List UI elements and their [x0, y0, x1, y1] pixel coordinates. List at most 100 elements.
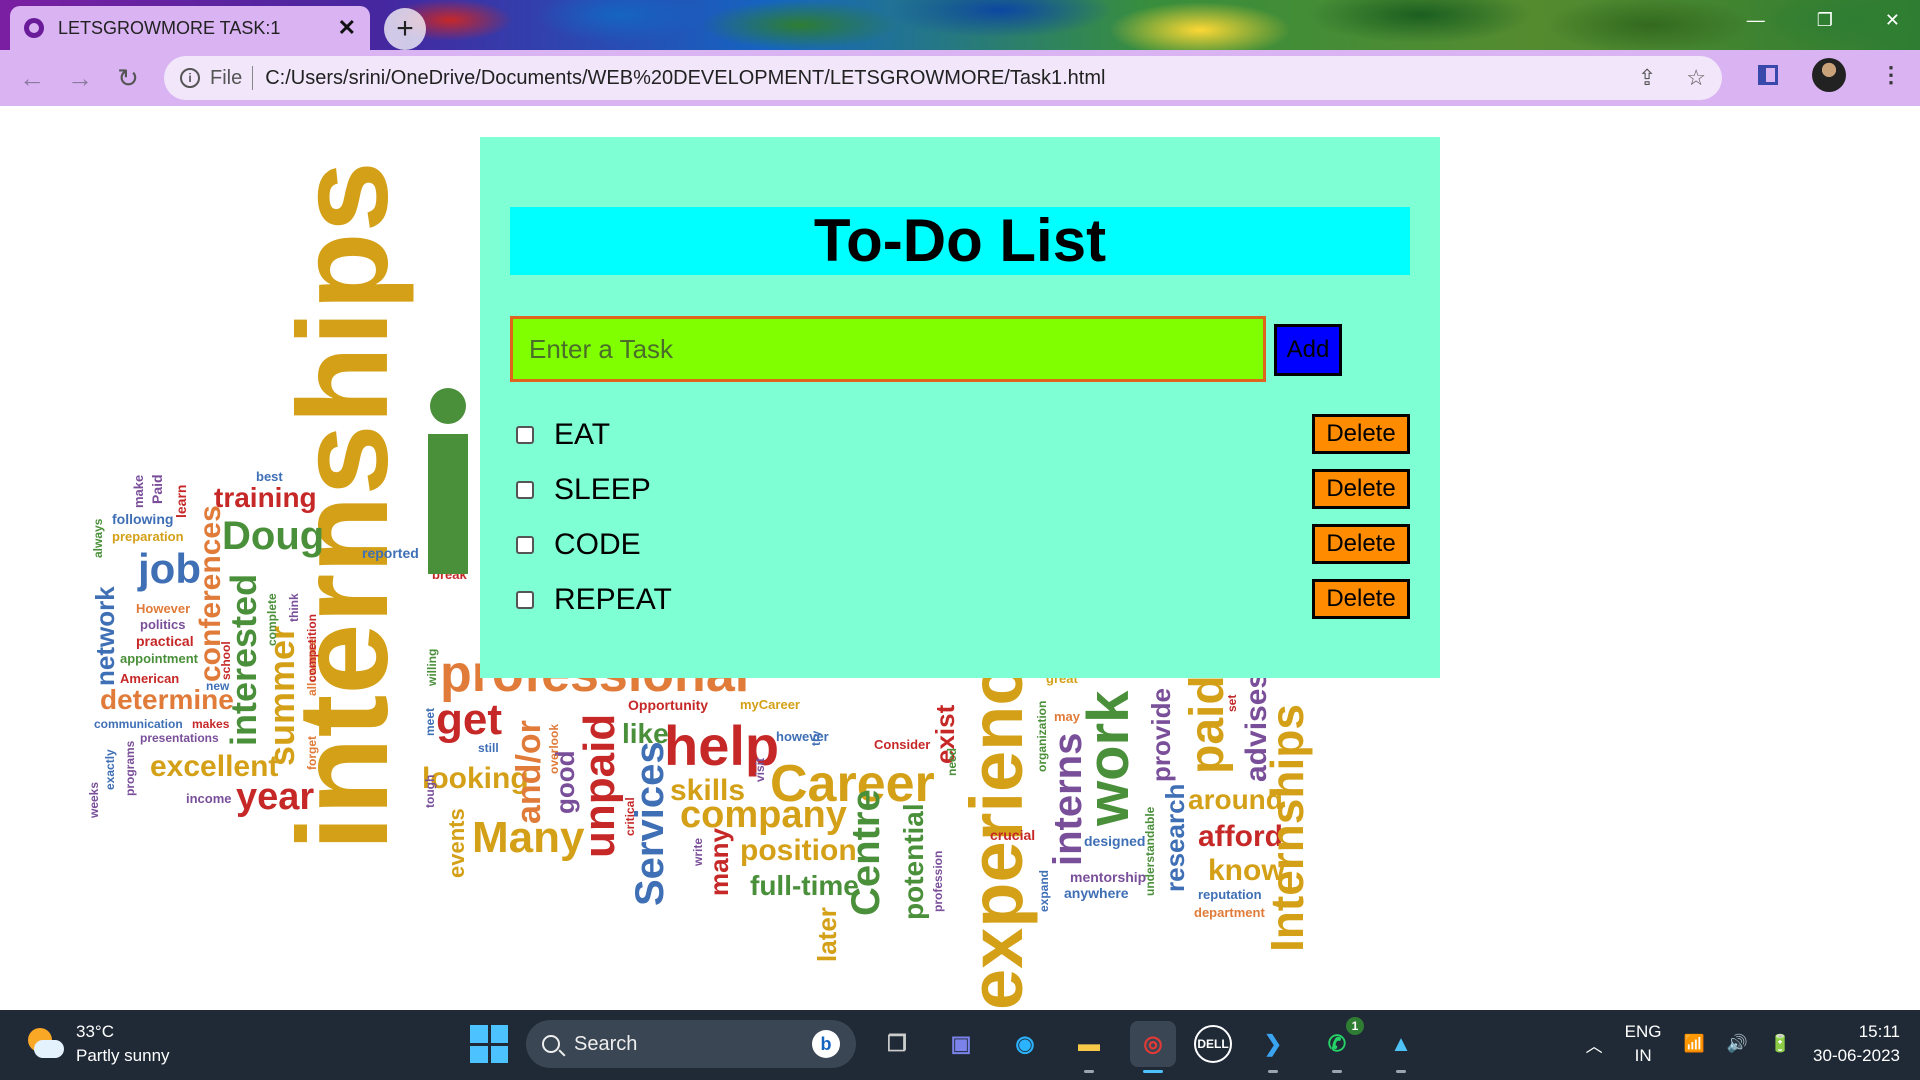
- wordcloud-word: weeks: [87, 781, 101, 818]
- wordcloud-word: like: [622, 718, 669, 749]
- wordcloud-word: training: [214, 482, 317, 513]
- wordcloud-word: set: [1225, 694, 1239, 712]
- language-indicator[interactable]: ENG IN: [1625, 1020, 1662, 1068]
- menu-icon[interactable]: ⋮: [1880, 62, 1902, 88]
- delete-task-button[interactable]: Delete: [1312, 469, 1410, 509]
- close-window-icon[interactable]: ✕: [1885, 10, 1900, 31]
- wordcloud-word: practical: [136, 633, 194, 649]
- wordcloud-word: provide: [1146, 688, 1176, 782]
- wordcloud-word: exactly: [103, 749, 117, 790]
- wordcloud-word: communication: [94, 717, 183, 731]
- clock-date: 30-06-2023: [1813, 1046, 1900, 1065]
- reload-icon[interactable]: ↻: [104, 58, 152, 98]
- search-icon: [542, 1035, 560, 1053]
- tab-favicon-icon: [24, 18, 44, 38]
- wordcloud-word: designed: [1084, 833, 1146, 849]
- notification-badge: 1: [1346, 1017, 1364, 1035]
- taskbar-search[interactable]: Search b: [526, 1020, 856, 1068]
- wordcloud-word: Opportunity: [628, 697, 709, 713]
- wordcloud-word: mentorship: [1070, 869, 1147, 885]
- chrome-icon[interactable]: ◎: [1130, 1021, 1176, 1073]
- lang-code: ENG: [1624, 1022, 1662, 1041]
- photos-icon[interactable]: ▲: [1378, 1021, 1424, 1073]
- minimize-icon[interactable]: —: [1747, 10, 1765, 31]
- wordcloud-word: organization: [1035, 700, 1049, 772]
- delete-task-button[interactable]: Delete: [1312, 579, 1410, 619]
- share-icon[interactable]: ⇪: [1638, 65, 1656, 91]
- browser-toolbar: ← → ↻ i File C:/Users/srini/OneDrive/Doc…: [0, 50, 1920, 106]
- wordcloud-word: job: [138, 545, 201, 592]
- wordcloud-word: makes: [192, 717, 230, 731]
- task-label: REPEAT: [554, 582, 672, 616]
- info-icon[interactable]: i: [180, 68, 200, 88]
- chevron-up-icon[interactable]: ︿: [1586, 1032, 1603, 1057]
- task-input[interactable]: [510, 316, 1266, 382]
- wordcloud-word: many: [704, 828, 734, 896]
- todo-title: To-Do List: [510, 207, 1410, 275]
- wordcloud-word: crucial: [990, 827, 1036, 843]
- address-bar[interactable]: i File C:/Users/srini/OneDrive/Documents…: [164, 56, 1722, 100]
- wordcloud-word: anywhere: [1064, 885, 1129, 901]
- wordcloud-word: and/or: [510, 720, 548, 824]
- wordcloud-word: need: [945, 747, 959, 776]
- wifi-icon[interactable]: 📶: [1684, 1034, 1705, 1054]
- wordcloud-word: full-time: [750, 870, 859, 901]
- start-icon[interactable]: [470, 1025, 508, 1063]
- bing-icon[interactable]: b: [812, 1030, 840, 1058]
- delete-task-button[interactable]: Delete: [1312, 414, 1410, 454]
- wordcloud-word: skills: [670, 774, 746, 807]
- tab-bar: LETSGROWMORE TASK:1 ✕ + — ❐ ✕: [0, 0, 1920, 50]
- new-tab-button[interactable]: +: [384, 8, 426, 50]
- wordcloud-word: reported: [362, 545, 419, 561]
- teams-icon[interactable]: ▣: [938, 1021, 984, 1067]
- tab-close-icon[interactable]: ✕: [338, 15, 356, 41]
- task-item: CODE Delete: [516, 517, 1410, 572]
- wordcloud-word: best: [256, 469, 283, 484]
- star-icon[interactable]: ☆: [1686, 65, 1706, 91]
- weather-widget[interactable]: 33°C Partly sunny: [24, 1020, 170, 1068]
- wordcloud-word: expand: [1037, 869, 1051, 912]
- dell-icon[interactable]: DELL: [1194, 1025, 1232, 1063]
- wordcloud-word: learn: [173, 484, 189, 518]
- task-checkbox[interactable]: [516, 480, 534, 499]
- task-checkbox[interactable]: [516, 590, 534, 609]
- task-view-icon[interactable]: ❐: [874, 1021, 920, 1067]
- add-task-button[interactable]: Add: [1274, 324, 1342, 376]
- wordcloud-word: department: [1194, 905, 1265, 920]
- tab-active[interactable]: LETSGROWMORE TASK:1 ✕: [10, 6, 370, 50]
- window-controls: — ❐ ✕: [1747, 10, 1900, 31]
- delete-task-button[interactable]: Delete: [1312, 524, 1410, 564]
- volume-icon[interactable]: 🔊: [1727, 1034, 1748, 1054]
- search-label: Search: [574, 1032, 638, 1055]
- wordcloud-word: get: [436, 695, 502, 744]
- side-panel-icon[interactable]: [1758, 65, 1778, 85]
- task-checkbox[interactable]: [516, 535, 534, 554]
- url-text[interactable]: C:/Users/srini/OneDrive/Documents/WEB%20…: [265, 67, 1638, 90]
- wordcloud-word: reputation: [1198, 887, 1262, 902]
- maximize-icon[interactable]: ❐: [1817, 10, 1833, 31]
- wordcloud-word: make: [131, 474, 146, 508]
- wordcloud-word: complete: [265, 593, 279, 646]
- vscode-icon[interactable]: ❯: [1250, 1021, 1296, 1073]
- wordcloud-word: appointment: [120, 651, 198, 666]
- back-icon[interactable]: ←: [8, 58, 56, 98]
- clock[interactable]: 15:11 30-06-2023: [1813, 1020, 1900, 1068]
- whatsapp-icon[interactable]: ✆ 1: [1314, 1017, 1364, 1073]
- wordcloud-word: events: [444, 808, 469, 878]
- wordcloud-word: potential: [898, 803, 929, 920]
- forward-icon[interactable]: →: [56, 58, 104, 98]
- omnibox-divider: [252, 66, 254, 90]
- wordcloud-word: Consider: [874, 737, 931, 752]
- wordcloud-word: school: [219, 641, 233, 680]
- wordcloud-word: American: [120, 671, 180, 686]
- tab-title: LETSGROWMORE TASK:1: [58, 17, 281, 38]
- task-checkbox[interactable]: [516, 425, 534, 444]
- wordcloud-word: However: [136, 601, 191, 616]
- wordcloud-word: try: [809, 730, 823, 746]
- wordcloud-word: unpaid: [575, 713, 624, 858]
- profile-avatar[interactable]: [1812, 58, 1846, 92]
- file-explorer-icon[interactable]: ▬: [1066, 1021, 1112, 1073]
- wordcloud-word: preparation: [112, 529, 184, 544]
- edge-icon[interactable]: ◉: [1002, 1021, 1048, 1067]
- battery-icon[interactable]: 🔋: [1770, 1034, 1791, 1054]
